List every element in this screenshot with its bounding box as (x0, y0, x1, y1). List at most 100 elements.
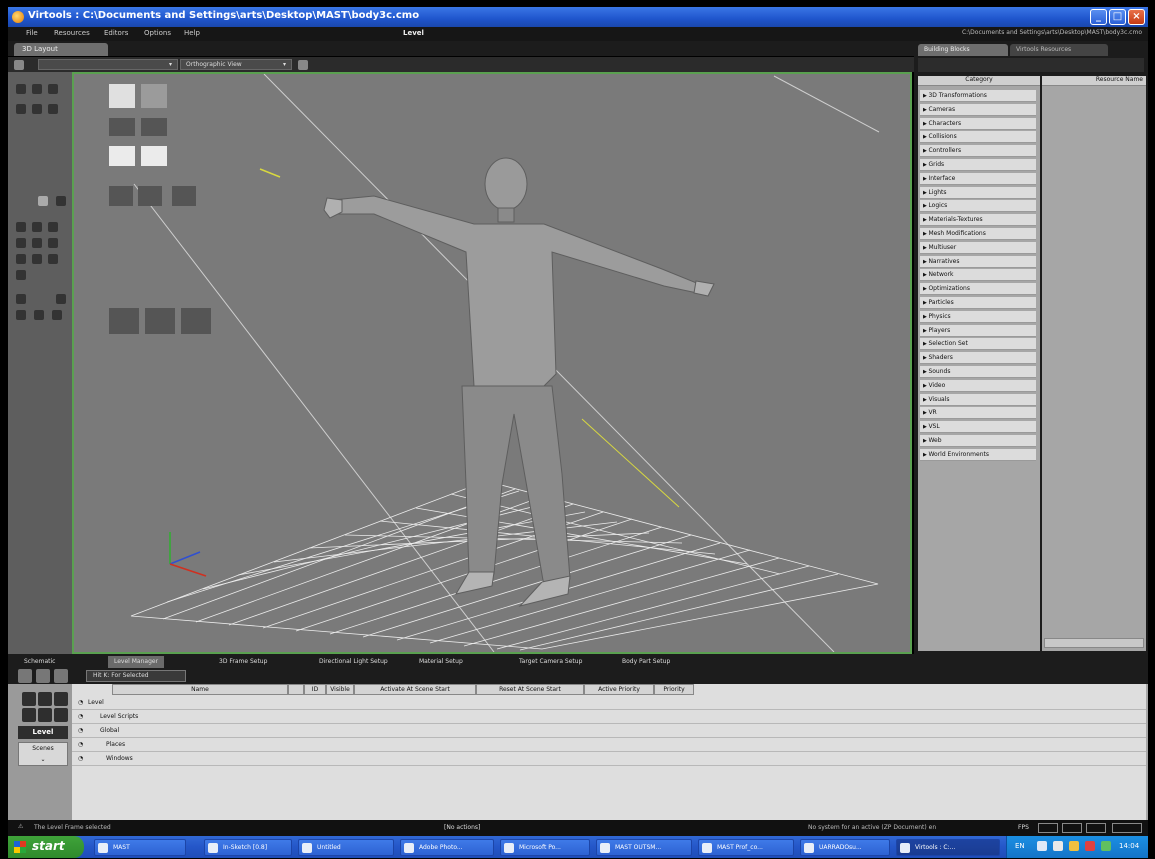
column-header-visible[interactable]: Visible (326, 684, 354, 695)
material-swatch[interactable] (141, 146, 167, 166)
category-item[interactable]: ▶ Network (920, 269, 1036, 282)
3d-viewport[interactable] (72, 72, 912, 654)
sound-icon[interactable] (48, 238, 58, 248)
light-swatch[interactable] (141, 118, 167, 136)
clock[interactable]: 14:04 (1119, 842, 1139, 850)
category-item[interactable]: ▶ Interface (920, 172, 1036, 185)
light-swatch[interactable] (109, 84, 135, 108)
category-header[interactable]: Category (918, 76, 1040, 86)
view-options-icon[interactable] (14, 60, 24, 70)
new-icon[interactable] (18, 669, 32, 683)
portal-icon[interactable] (16, 270, 26, 280)
category-item[interactable]: ▶ 3D Transformations (920, 90, 1036, 102)
category-item[interactable]: ▶ Shaders (920, 352, 1036, 365)
filter-field[interactable]: Hit K: For Selected (86, 670, 186, 682)
color-swatch[interactable] (109, 308, 139, 334)
pin-icon[interactable] (298, 60, 308, 70)
texture-icon[interactable] (32, 254, 42, 264)
category-item[interactable]: ▶ Particles (920, 297, 1036, 309)
pencil-icon[interactable] (16, 238, 26, 248)
start-button[interactable]: start (8, 836, 84, 858)
tab-target-camera-setup[interactable]: Target Camera Setup (513, 656, 588, 668)
orbit-icon[interactable] (52, 310, 62, 320)
taskbar-button[interactable]: Untitled (298, 839, 394, 856)
material-icon[interactable] (16, 254, 26, 264)
category-item[interactable]: ▶ Physics (920, 310, 1036, 323)
color-swatch[interactable] (181, 308, 211, 334)
scenes-button[interactable]: Scenes ⌄ (18, 742, 68, 766)
tray-app-icon[interactable] (1069, 841, 1079, 851)
minimize-icon[interactable]: _ (1090, 9, 1107, 25)
tool-icon[interactable] (22, 692, 36, 706)
visibility-icon[interactable]: ◔ (78, 711, 83, 723)
menu-help[interactable]: Help (184, 29, 200, 37)
taskbar-button[interactable]: Adobe Photo... (400, 839, 494, 856)
category-item[interactable]: ▶ World Environments (920, 448, 1036, 461)
category-item[interactable]: ▶ Optimizations (920, 283, 1036, 296)
delete-icon[interactable] (54, 669, 68, 683)
column-header-toggle[interactable] (288, 684, 304, 695)
tool-icon[interactable] (54, 708, 68, 722)
scale-icon[interactable] (48, 104, 58, 114)
character-icon[interactable] (32, 222, 42, 232)
category-item[interactable]: ▶ Sounds (920, 366, 1036, 378)
tab-level-manager[interactable]: Level Manager (108, 656, 165, 668)
language-indicator[interactable]: EN (1015, 842, 1025, 850)
table-row[interactable]: ◔ Global (72, 725, 1146, 738)
category-item[interactable]: ▶ Grids (920, 159, 1036, 171)
category-item[interactable]: ▶ Web (920, 435, 1036, 447)
tool-icon[interactable] (38, 708, 52, 722)
visibility-icon[interactable]: ◔ (78, 739, 83, 751)
light-swatch[interactable] (141, 84, 167, 108)
view-mode-dropdown[interactable]: Orthographic View ▾ (180, 59, 292, 70)
maximize-icon[interactable]: □ (1109, 9, 1126, 25)
tab-building-blocks[interactable]: Building Blocks (918, 44, 1008, 56)
category-item[interactable]: ▶ Characters (920, 117, 1036, 130)
zoom-icon[interactable] (16, 294, 26, 304)
zoom-fit-icon[interactable] (56, 294, 66, 304)
resource-name-header[interactable]: Resource Name (1042, 76, 1146, 86)
taskbar-button[interactable]: In-Sketch [0.8] (204, 839, 292, 856)
tab-virtools-resources[interactable]: Virtools Resources (1010, 44, 1108, 56)
category-item[interactable]: ▶ Selection Set (920, 338, 1036, 351)
taskbar-button[interactable]: Microsoft Po... (500, 839, 590, 856)
reset-button[interactable] (1062, 823, 1082, 833)
volume-icon[interactable] (1053, 841, 1063, 851)
options-button[interactable] (1112, 823, 1142, 833)
category-item[interactable]: ▶ Multiuser (920, 241, 1036, 254)
level-button[interactable]: Level (18, 726, 68, 739)
category-item[interactable]: ▶ Mesh Modifications (920, 228, 1036, 240)
taskbar-button[interactable]: MAST OUTSM... (596, 839, 692, 856)
table-row[interactable]: ◔ Windows (72, 753, 1146, 766)
tool-icon[interactable] (54, 692, 68, 706)
rotate-icon[interactable] (32, 104, 42, 114)
category-item[interactable]: ▶ Visuals (920, 393, 1036, 406)
network-icon[interactable] (1037, 841, 1047, 851)
taskbar-button[interactable]: Virtools : C:... (896, 839, 1000, 856)
category-item[interactable]: ▶ Lights (920, 186, 1036, 199)
tool-icon[interactable] (38, 692, 52, 706)
security-icon[interactable] (1085, 841, 1095, 851)
tab-schematic[interactable]: Schematic (18, 656, 61, 668)
redo-icon[interactable] (34, 310, 44, 320)
table-row[interactable]: ◔ Level (72, 697, 1146, 710)
column-header-activate[interactable]: Activate At Scene Start (354, 684, 476, 695)
tab-3d-frame-setup[interactable]: 3D Frame Setup (213, 656, 273, 668)
tab-directional-light-setup[interactable]: Directional Light Setup (313, 656, 394, 668)
taskbar-button[interactable]: MAST Prof_co... (698, 839, 794, 856)
category-item[interactable]: ▶ VR (920, 407, 1036, 420)
horizontal-scrollbar[interactable] (1044, 638, 1144, 648)
camera-icon[interactable] (56, 196, 66, 206)
category-item[interactable]: ▶ Controllers (920, 145, 1036, 158)
move-icon[interactable] (16, 84, 26, 94)
light-icon[interactable] (16, 222, 26, 232)
tool-icon[interactable] (22, 708, 36, 722)
column-header-name[interactable]: Name (112, 684, 288, 695)
category-item[interactable]: ▶ VSL (920, 421, 1036, 434)
category-item[interactable]: ▶ Cameras (920, 103, 1036, 116)
tab-material-setup[interactable]: Material Setup (413, 656, 469, 668)
taskbar-button[interactable]: UARRADOsu... (800, 839, 890, 856)
camera-selector-dropdown[interactable]: ▾ (38, 59, 178, 70)
tab-3d-layout[interactable]: 3D Layout (14, 43, 108, 56)
category-item[interactable]: ▶ Narratives (920, 255, 1036, 268)
